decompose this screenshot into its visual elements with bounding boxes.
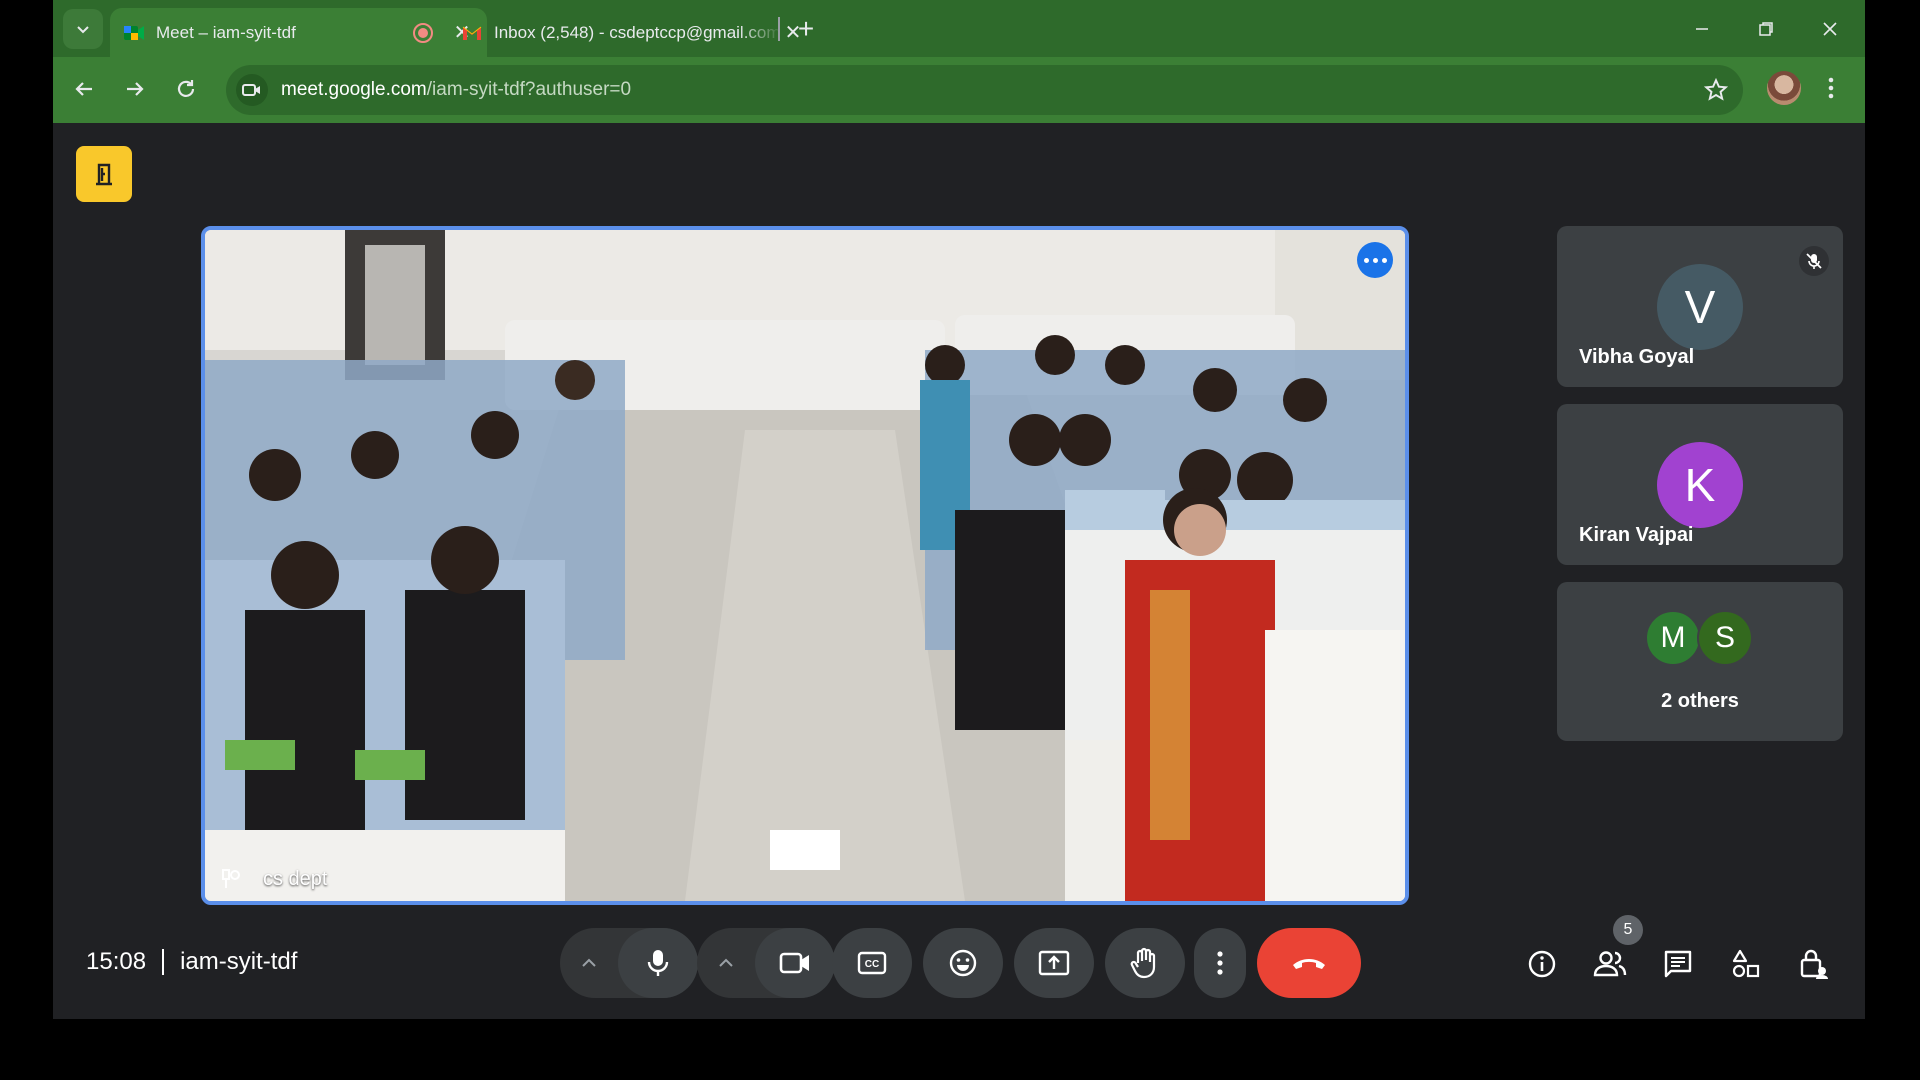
tab-strip: Meet – iam-syit-tdf ✕ Inbox (2,548) - cs… [53,0,1865,57]
minimize-icon [1696,27,1708,30]
classroom-video-feed [205,230,1405,901]
chevron-up-icon [719,958,733,967]
recording-icon [413,22,433,43]
others-label: 2 others [1661,690,1739,712]
door-icon [96,163,112,186]
raise-hand-button[interactable] [1105,928,1185,998]
meeting-time: 15:08 [86,948,147,975]
main-tile-nameplate: cs dept [217,867,327,891]
browser-window: Meet – iam-syit-tdf ✕ Inbox (2,548) - cs… [53,0,1865,1019]
camera-control-group [697,928,835,998]
reload-button[interactable] [166,69,206,109]
participant-name: cs dept [263,867,328,890]
participant-name: Kiran Vajpai [1579,524,1694,546]
url-path: /iam-syit-tdf?authuser=0 [426,79,632,100]
audio-settings-button[interactable] [560,928,618,998]
microphone-button[interactable] [618,928,698,998]
hand-icon [1130,947,1156,979]
svg-text:CC: CC [865,959,879,970]
lock-person-icon [1800,949,1828,979]
chat-icon [1664,950,1692,978]
meeting-details-button[interactable] [1516,938,1568,990]
tab-search-button[interactable] [63,9,103,49]
arrow-right-icon [127,82,144,96]
minimize-button[interactable] [1670,0,1734,57]
browser-menu-button[interactable] [1814,71,1848,105]
companion-mode-button[interactable] [76,146,132,202]
tab-title: Meet – iam-syit-tdf [156,22,296,42]
present-screen-icon [1038,950,1070,976]
video-settings-button[interactable] [697,928,755,998]
camera-site-icon[interactable] [236,74,268,106]
host-controls-button[interactable] [1788,938,1840,990]
bookmark-star-icon[interactable] [1703,77,1729,103]
meeting-code: iam-syit-tdf [180,948,298,975]
url-host: meet.google.com [281,79,427,100]
meeting-details: 15:08 iam-syit-tdf [86,948,297,976]
more-options-button[interactable] [1194,928,1246,998]
restore-button[interactable] [1734,0,1798,57]
tab-separator [778,17,780,41]
avatar: K [1657,442,1743,528]
more-vertical-icon [1217,951,1223,975]
info-icon [1528,950,1556,978]
camera-button[interactable] [755,928,835,998]
google-meet-icon [124,25,144,40]
phone-hangup-icon [1293,959,1325,969]
present-screen-button[interactable] [1014,928,1094,998]
closed-captions-icon: CC [857,951,887,975]
address-bar[interactable]: meet.google.com/iam-syit-tdf?authuser=0 [226,65,1743,115]
back-button[interactable] [64,69,104,109]
participant-tile-kiran[interactable]: K Kiran Vajpai [1557,404,1843,565]
more-vertical-icon [1828,77,1834,99]
restore-icon [1759,21,1773,36]
chevron-up-icon [582,958,596,967]
avatar: S [1697,610,1753,666]
people-button[interactable] [1584,938,1636,990]
activities-icon [1732,949,1760,978]
captions-button[interactable]: CC [832,928,912,998]
tab-gmail[interactable]: Inbox (2,548) - csdeptccp@gmail.com ✕ [448,8,818,57]
avatar: V [1657,264,1743,350]
reactions-button[interactable] [923,928,1003,998]
url-text[interactable]: meet.google.com/iam-syit-tdf?authuser=0 [281,79,631,101]
close-icon [1823,21,1837,36]
gmail-icon [462,26,482,40]
close-window-button[interactable] [1798,0,1862,57]
participant-name: Vibha Goyal [1579,346,1695,368]
more-horizontal-icon[interactable] [1357,242,1393,278]
pinned-icon [222,869,240,888]
others-tile[interactable]: M S 2 others [1557,582,1843,741]
emoji-icon [949,949,977,977]
reload-icon [177,80,195,97]
activities-button[interactable] [1720,938,1772,990]
profile-avatar[interactable] [1767,71,1801,105]
tab-title: Inbox (2,548) - csdeptccp@gmail.com [494,22,781,42]
arrow-left-icon [75,82,92,96]
chat-button[interactable] [1652,938,1704,990]
participant-tile-vibha[interactable]: V Vibha Goyal [1557,226,1843,387]
mic-off-icon [1799,246,1829,276]
meet-content: cs dept V Vibha Goyal K Kiran Vajpai M S… [53,123,1865,1019]
mic-control-group [560,928,698,998]
video-camera-icon [779,952,809,974]
new-tab-button[interactable]: + [789,12,823,46]
microphone-icon [647,950,669,976]
avatar: M [1645,610,1701,666]
forward-button[interactable] [115,69,155,109]
divider [162,949,165,975]
tab-meet[interactable]: Meet – iam-syit-tdf ✕ [110,8,487,57]
people-icon [1593,951,1627,977]
main-video-tile[interactable]: cs dept [201,226,1409,905]
browser-toolbar: meet.google.com/iam-syit-tdf?authuser=0 [53,57,1865,123]
people-count-badge: 5 [1613,915,1643,945]
chevron-down-icon [77,26,89,34]
leave-call-button[interactable] [1257,928,1361,998]
